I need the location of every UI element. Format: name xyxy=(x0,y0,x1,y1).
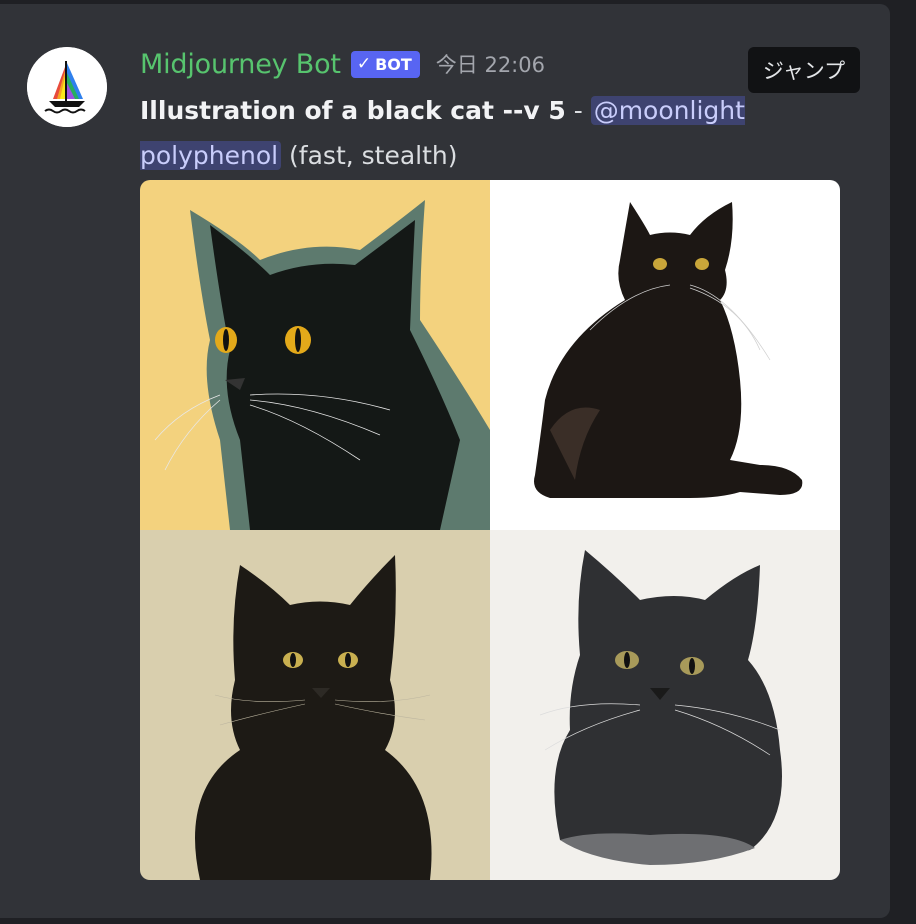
bot-badge-label: BOT xyxy=(375,54,412,74)
jump-button[interactable]: ジャンプ xyxy=(748,47,860,93)
author-name[interactable]: Midjourney Bot xyxy=(140,49,341,80)
bot-avatar[interactable] xyxy=(27,47,107,127)
prompt-text: Illustration of a black cat --v 5 xyxy=(140,96,566,125)
cat-image-3[interactable] xyxy=(140,530,490,880)
cat-image-4[interactable] xyxy=(490,530,840,880)
message-header: Midjourney Bot ✓ BOT 今日 22:06 xyxy=(140,44,545,84)
message-timestamp[interactable]: 今日 22:06 xyxy=(436,49,545,79)
verified-check-icon: ✓ xyxy=(356,54,372,74)
prompt-separator: - xyxy=(565,96,591,125)
message-content: Illustration of a black cat --v 5 - @moo… xyxy=(140,88,800,178)
cat-image-1[interactable] xyxy=(140,180,490,530)
image-grid[interactable] xyxy=(140,180,840,880)
message-panel: Midjourney Bot ✓ BOT 今日 22:06 ジャンプ Illus… xyxy=(0,4,890,918)
cat-image-2[interactable] xyxy=(490,180,840,530)
sailboat-logo-icon xyxy=(27,47,107,127)
job-mode-text: (fast, stealth) xyxy=(281,141,458,170)
bot-badge: ✓ BOT xyxy=(350,50,420,78)
